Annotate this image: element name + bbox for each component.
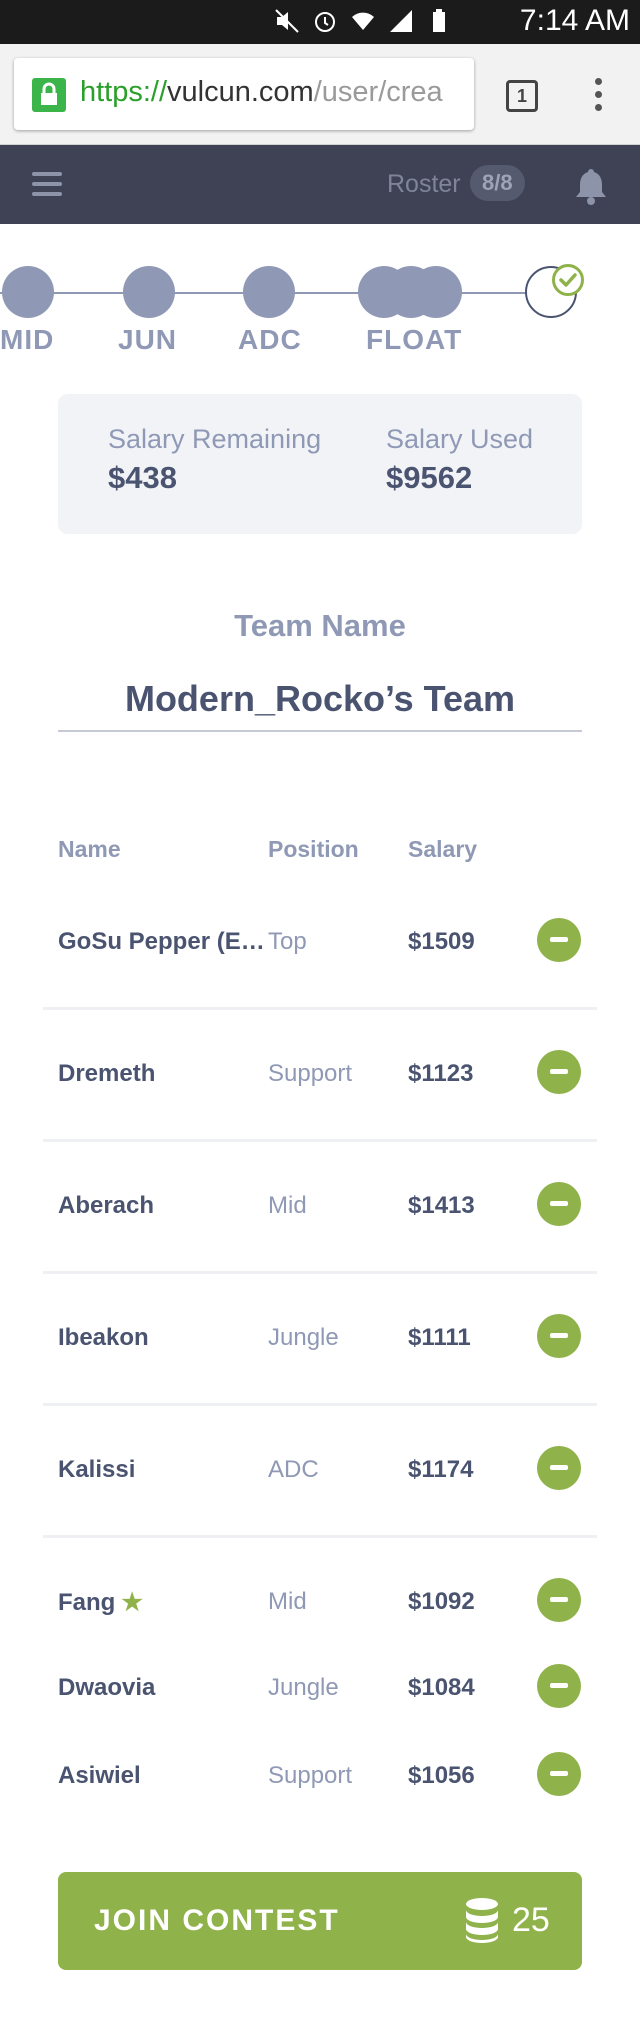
- remove-player-button[interactable]: [537, 1446, 581, 1490]
- team-name-label: Team Name: [234, 608, 406, 643]
- row-divider: [43, 1007, 597, 1010]
- tab-switcher-button[interactable]: 1: [506, 80, 538, 112]
- mute-icon: [275, 9, 299, 33]
- player-salary: $1092: [408, 1588, 475, 1615]
- remove-player-button[interactable]: [537, 1664, 581, 1708]
- player-salary: $1123: [408, 1060, 474, 1087]
- table-row: Asiwiel Support $1056: [0, 1746, 640, 1806]
- table-row: Fang ★ Mid $1092: [0, 1572, 640, 1632]
- join-contest-cost: 25: [512, 1901, 550, 1939]
- player-position: Jungle: [268, 1324, 339, 1351]
- address-bar[interactable]: https://vulcun.com/user/crea: [14, 58, 474, 130]
- alarm-icon: [315, 12, 335, 32]
- player-name: GoSu Pepper (E…: [58, 928, 265, 955]
- salary-used-value: $9562: [386, 460, 473, 495]
- bell-icon[interactable]: [574, 167, 608, 205]
- player-position: Support: [268, 1762, 353, 1789]
- column-header-name: Name: [58, 836, 121, 862]
- player-salary: $1084: [408, 1674, 475, 1701]
- salary-used-label: Salary Used: [386, 424, 534, 454]
- column-header-salary: Salary: [408, 836, 478, 862]
- row-divider: [43, 1271, 597, 1274]
- app-header: Roster 8/8: [0, 145, 640, 224]
- table-row: Dwaovia Jungle $1084: [0, 1658, 640, 1718]
- step-dot-mid[interactable]: [2, 266, 54, 318]
- team-name-input[interactable]: [58, 668, 582, 732]
- status-time: 7:14 AM: [519, 4, 630, 37]
- step-dot-jun[interactable]: [123, 266, 175, 318]
- step-label-float: FLOAT: [366, 324, 463, 355]
- draft-progress: [0, 262, 640, 362]
- table-row: Aberach Mid $1413: [0, 1176, 640, 1236]
- remove-player-button[interactable]: [537, 1050, 581, 1094]
- url-text[interactable]: https://vulcun.com/user/crea: [80, 76, 443, 109]
- player-position: ADC: [268, 1456, 319, 1483]
- remove-player-button[interactable]: [537, 1752, 581, 1796]
- player-name: Dwaovia: [58, 1674, 156, 1701]
- table-row: GoSu Pepper (E… Top $1509: [0, 912, 640, 972]
- player-name: Kalissi: [58, 1456, 136, 1483]
- browser-toolbar: https://vulcun.com/user/crea 1: [0, 44, 640, 145]
- remove-player-button[interactable]: [537, 1314, 581, 1358]
- step-dot-adc[interactable]: [243, 266, 295, 318]
- salary-remaining-value: $438: [108, 460, 177, 495]
- url-path: /user/crea: [313, 76, 443, 108]
- player-name: Asiwiel: [58, 1762, 141, 1789]
- step-label-jun: JUN: [118, 324, 178, 355]
- player-salary: $1509: [408, 928, 475, 955]
- join-contest-label: JOIN CONTEST: [94, 1904, 340, 1937]
- status-icons: [274, 8, 452, 34]
- player-position: Mid: [268, 1192, 307, 1219]
- table-row: Ibeakon Jungle $1111: [0, 1308, 640, 1368]
- url-host: vulcun.com: [167, 76, 314, 108]
- salary-summary-card: Salary Remaining $438 Salary Used $9562: [58, 394, 582, 534]
- player-name: Aberach: [58, 1192, 155, 1219]
- player-position: Top: [268, 928, 307, 955]
- roster-label[interactable]: Roster: [387, 170, 461, 199]
- remove-player-button[interactable]: [537, 1578, 581, 1622]
- status-bar: 7:14 AM: [0, 0, 640, 44]
- salary-remaining-label: Salary Remaining: [108, 424, 322, 454]
- battery-icon: [433, 9, 445, 32]
- overflow-menu-icon[interactable]: [590, 78, 606, 118]
- column-header-position: Position: [268, 836, 359, 862]
- step-dot-float-3[interactable]: [410, 266, 462, 318]
- player-salary: $1174: [408, 1456, 474, 1483]
- lock-icon: [32, 78, 66, 112]
- remove-player-button[interactable]: [537, 918, 581, 962]
- join-contest-button[interactable]: JOIN CONTEST 25: [58, 1872, 582, 1970]
- checkmark-icon: [552, 264, 584, 296]
- player-salary: $1413: [408, 1192, 475, 1219]
- star-icon: ★: [121, 1589, 143, 1616]
- hamburger-menu-icon[interactable]: [32, 172, 62, 196]
- player-name-text: Fang: [58, 1589, 116, 1616]
- row-divider: [43, 1403, 597, 1406]
- player-name: Ibeakon: [58, 1324, 149, 1351]
- table-row: Dremeth Support $1123: [0, 1044, 640, 1104]
- player-position: Support: [268, 1060, 353, 1087]
- player-salary: $1056: [408, 1762, 475, 1789]
- url-scheme: https://: [80, 76, 168, 108]
- signal-icon: [390, 10, 412, 32]
- player-position: Jungle: [268, 1674, 339, 1701]
- coins-icon: [466, 1898, 498, 1943]
- wifi-icon: [352, 12, 374, 30]
- step-label-mid: MID: [0, 324, 55, 355]
- player-salary: $1111: [408, 1324, 471, 1351]
- remove-player-button[interactable]: [537, 1182, 581, 1226]
- roster-count-badge[interactable]: 8/8: [470, 165, 525, 201]
- player-position: Mid: [268, 1588, 307, 1615]
- row-divider: [43, 1535, 597, 1538]
- step-label-adc: ADC: [238, 324, 302, 355]
- player-name: Fang ★: [58, 1588, 143, 1617]
- row-divider: [43, 1139, 597, 1142]
- table-row: Kalissi ADC $1174: [0, 1440, 640, 1500]
- player-name: Dremeth: [58, 1060, 156, 1087]
